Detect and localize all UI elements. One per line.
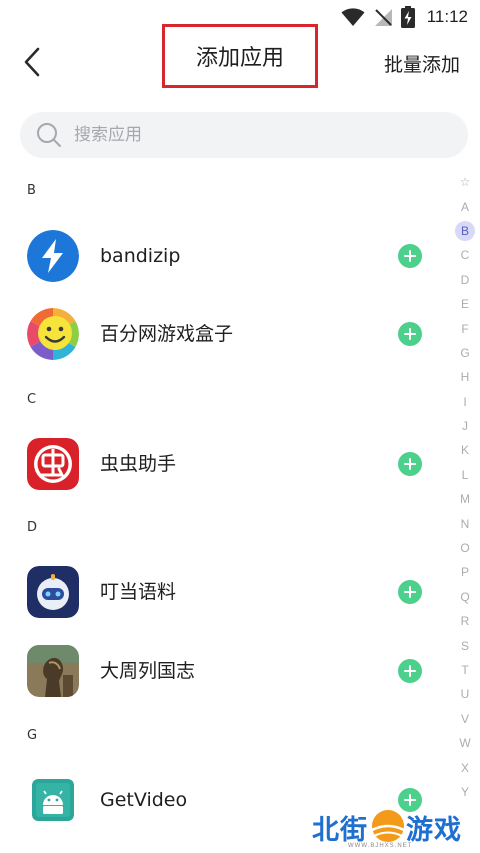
list-item-dingdang: 叮当语料 bbox=[0, 553, 440, 631]
back-button[interactable] bbox=[14, 44, 50, 80]
search-icon bbox=[37, 123, 61, 147]
index-h[interactable]: H bbox=[452, 365, 478, 389]
section-header-b: B bbox=[27, 183, 36, 198]
index-d[interactable]: D bbox=[452, 268, 478, 292]
add-button[interactable] bbox=[398, 452, 422, 476]
index-g[interactable]: G bbox=[452, 341, 478, 365]
index-w[interactable]: W bbox=[452, 731, 478, 755]
list-item-dazhou: 大周列国志 bbox=[0, 632, 440, 710]
index-k[interactable]: K bbox=[452, 438, 478, 462]
alphabet-index-bar[interactable]: ☆ A B C D E F G H I J K L M N O P Q R S … bbox=[452, 170, 478, 804]
index-s[interactable]: S bbox=[452, 633, 478, 657]
index-a[interactable]: A bbox=[452, 194, 478, 218]
index-v[interactable]: V bbox=[452, 707, 478, 731]
index-i[interactable]: I bbox=[452, 390, 478, 414]
android-robot-icon bbox=[32, 779, 74, 821]
app-name: 虫虫助手 bbox=[100, 453, 177, 475]
battery-charging-icon bbox=[400, 6, 415, 28]
bandizip-lightning-icon bbox=[27, 230, 79, 282]
batch-add-button[interactable]: 批量添加 bbox=[384, 50, 460, 77]
add-button[interactable] bbox=[398, 580, 422, 604]
index-q[interactable]: Q bbox=[452, 585, 478, 609]
chevron-left-icon bbox=[24, 47, 40, 77]
list-item-chongchong: 虫虫助手 bbox=[0, 425, 440, 503]
app-name: bandizip bbox=[100, 245, 181, 267]
index-r[interactable]: R bbox=[452, 609, 478, 633]
index-e[interactable]: E bbox=[452, 292, 478, 316]
index-t[interactable]: T bbox=[452, 658, 478, 682]
section-header-d: D bbox=[27, 520, 38, 535]
statue-icon bbox=[27, 645, 79, 697]
add-button[interactable] bbox=[398, 244, 422, 268]
app-name: 百分网游戏盒子 bbox=[100, 323, 234, 345]
sun-logo-icon bbox=[371, 810, 405, 842]
app-name: 大周列国志 bbox=[100, 660, 196, 682]
index-o[interactable]: O bbox=[452, 536, 478, 560]
search-box[interactable] bbox=[20, 112, 468, 158]
index-j[interactable]: J bbox=[452, 414, 478, 438]
index-f[interactable]: F bbox=[452, 316, 478, 340]
section-header-c: C bbox=[27, 392, 37, 407]
smiley-face-icon bbox=[27, 308, 79, 360]
chongchong-icon bbox=[27, 438, 79, 490]
watermark-url: WWW.BJHXS.NET bbox=[348, 843, 413, 849]
index-star[interactable]: ☆ bbox=[452, 170, 478, 194]
index-x[interactable]: X bbox=[452, 755, 478, 779]
app-name: 叮当语料 bbox=[100, 581, 177, 603]
no-signal-icon bbox=[374, 9, 392, 26]
watermark-brand-left: 北街 bbox=[312, 815, 368, 846]
page-title: 添加应用 bbox=[195, 46, 284, 71]
status-time: 11:12 bbox=[426, 7, 468, 26]
header: 添加应用 批量添加 bbox=[0, 24, 480, 90]
add-button[interactable] bbox=[398, 659, 422, 683]
index-c[interactable]: C bbox=[452, 243, 478, 267]
dingdang-robot-icon bbox=[27, 566, 79, 618]
search-input[interactable] bbox=[74, 125, 404, 145]
add-button[interactable] bbox=[398, 322, 422, 346]
status-icons: 11:12 bbox=[341, 5, 468, 29]
index-u[interactable]: U bbox=[452, 682, 478, 706]
wifi-icon bbox=[341, 8, 365, 26]
list-item-baifenwang: 百分网游戏盒子 bbox=[0, 295, 440, 373]
app-name: GetVideo bbox=[100, 789, 188, 811]
index-n[interactable]: N bbox=[452, 511, 478, 535]
section-header-g: G bbox=[27, 728, 38, 743]
watermark-brand-right: 游戏 bbox=[406, 815, 462, 846]
list-item-bandizip: bandizip bbox=[0, 217, 440, 295]
watermark-logo: 北街 游戏 WWW.BJHXS.NET bbox=[312, 800, 480, 853]
index-l[interactable]: L bbox=[452, 463, 478, 487]
index-p[interactable]: P bbox=[452, 560, 478, 584]
index-m[interactable]: M bbox=[452, 487, 478, 511]
title-highlight-box: 添加应用 bbox=[162, 24, 318, 88]
index-b-active[interactable]: B bbox=[452, 219, 478, 243]
